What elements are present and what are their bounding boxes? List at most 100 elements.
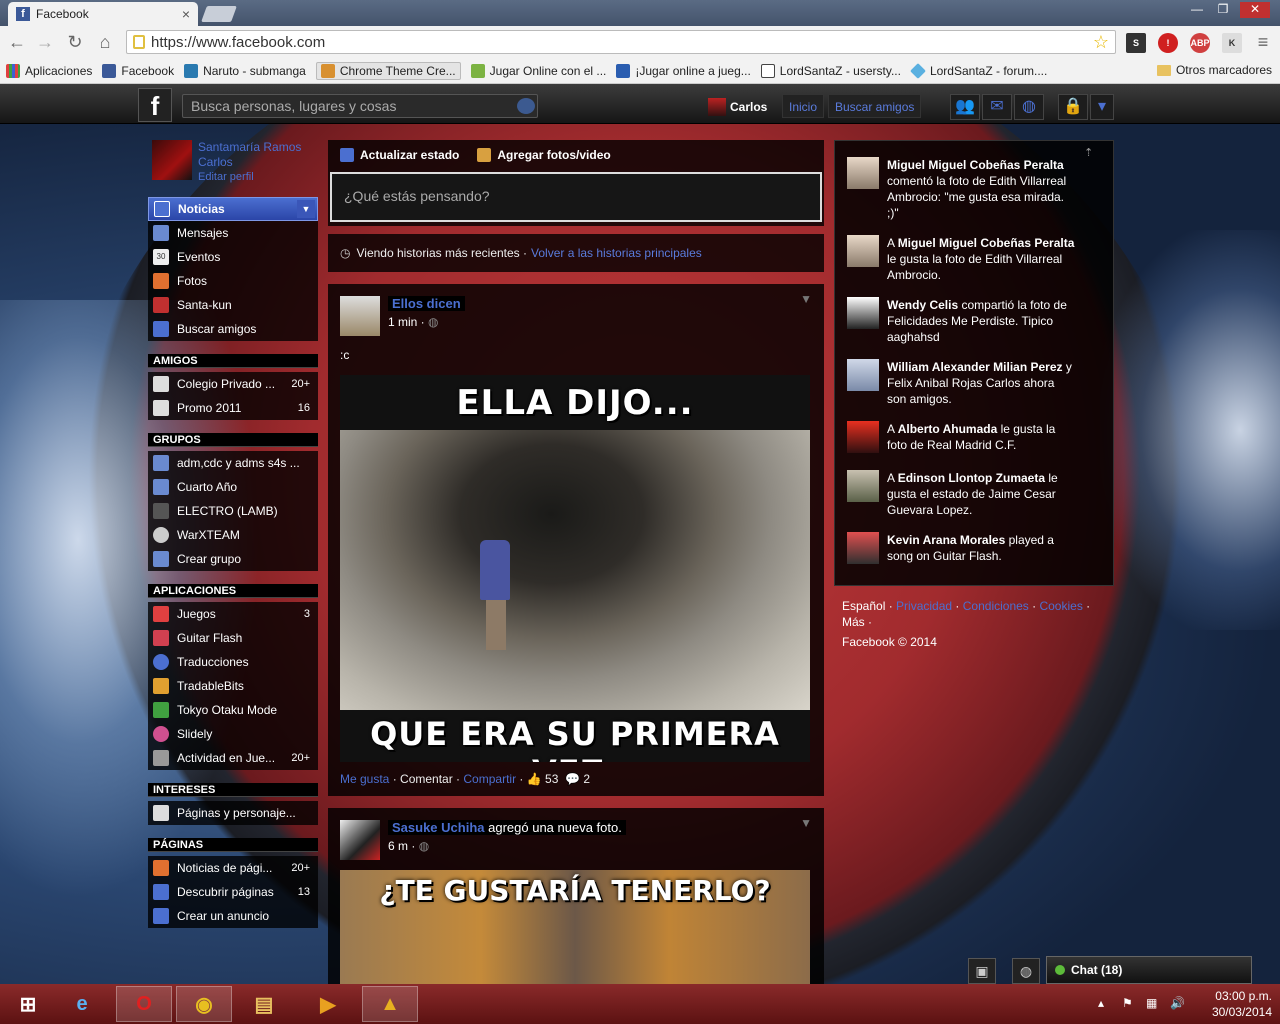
messages-icon[interactable]: ✉: [982, 94, 1012, 120]
bookmark-jugar-online[interactable]: Jugar Online con el ...: [470, 63, 606, 78]
find-friends-link[interactable]: Buscar amigos: [828, 94, 922, 118]
windows-start-icon[interactable]: ⊞: [0, 986, 56, 1022]
share-link[interactable]: Compartir: [463, 772, 516, 786]
avast-icon[interactable]: ▲: [362, 986, 418, 1022]
sidebar-item-group[interactable]: ELECTRO (LAMB): [148, 499, 318, 523]
maximize-button[interactable]: ❐: [1210, 2, 1236, 18]
profile-avatar[interactable]: [152, 140, 192, 180]
bookmark-facebook[interactable]: Facebook: [102, 63, 174, 78]
taskbar-clock[interactable]: 03:00 p.m. 30/03/2014: [1192, 988, 1272, 1020]
bookmark-chrome-theme[interactable]: Chrome Theme Cre...: [315, 61, 461, 80]
terms-link[interactable]: Condiciones: [963, 599, 1029, 613]
ticker-story[interactable]: A Alberto Ahumada le gusta la foto de Re…: [847, 421, 1077, 453]
facebook-logo-icon[interactable]: f: [138, 88, 172, 122]
sidebar-item-mensajes[interactable]: Mensajes: [148, 221, 318, 245]
reload-icon[interactable]: ↻: [64, 32, 86, 53]
action-center-flag-icon[interactable]: ⚑: [1122, 996, 1133, 1010]
sidebar-item-discover-pages[interactable]: Descubrir páginas 13: [148, 880, 318, 904]
bookmark-submanga[interactable]: Naruto - submanga: [184, 63, 306, 78]
chat-globe-icon[interactable]: ◍: [1012, 958, 1040, 984]
tab-add-photo[interactable]: Agregar fotos/video: [477, 148, 611, 162]
sidebar-item-fotos[interactable]: Fotos: [148, 269, 318, 293]
internet-explorer-icon[interactable]: e: [54, 986, 110, 1022]
likes-count[interactable]: 53: [545, 772, 558, 786]
chevron-down-icon[interactable]: ▼: [800, 816, 812, 830]
home-icon[interactable]: ⌂: [94, 32, 116, 53]
sidebar-item-group[interactable]: adm,cdc y adms s4s ...: [148, 451, 318, 475]
sidebar-item-guitar-flash[interactable]: Guitar Flash: [148, 626, 318, 650]
home-link[interactable]: Inicio: [782, 94, 825, 118]
sidebar-item-pages-people[interactable]: Páginas y personaje...: [148, 801, 318, 825]
post-image[interactable]: ELLA DIJO... QUE ERA SU PRIMERA VEZ.: [340, 375, 810, 762]
sidebar-item-create-ad[interactable]: Crear un anuncio: [148, 904, 318, 928]
chat-button[interactable]: Chat (18): [1046, 956, 1252, 984]
extension-k-icon[interactable]: K: [1222, 33, 1242, 53]
bookmark-forum[interactable]: LordSantaZ - forum....: [910, 62, 1047, 79]
adblock-icon[interactable]: ABP: [1190, 33, 1210, 53]
comments-count[interactable]: 2: [583, 772, 590, 786]
menu-icon[interactable]: ≡: [1252, 32, 1274, 53]
bookmark-userstyles[interactable]: LordSantaZ - usersty...: [760, 63, 901, 78]
sidebar-item-group[interactable]: WarXTEAM: [148, 523, 318, 547]
opera-icon[interactable]: O: [116, 986, 172, 1022]
volume-icon[interactable]: 🔊: [1170, 996, 1185, 1010]
address-bar[interactable]: https://www.facebook.com ☆: [126, 30, 1116, 54]
bookmark-jugar-juegos[interactable]: ¡Jugar online a jueg...: [616, 63, 751, 78]
post-timestamp[interactable]: 1 min · ◍: [388, 315, 465, 329]
ticker-collapse-icon[interactable]: ⇡: [1084, 146, 1098, 160]
ticker-story[interactable]: Wendy Celis compartió la foto de Felicid…: [847, 297, 1077, 345]
chrome-icon[interactable]: ◉: [176, 986, 232, 1022]
friend-requests-icon[interactable]: 👥: [950, 94, 980, 120]
sidebar-item-santa-kun[interactable]: Santa-kun: [148, 293, 318, 317]
media-player-icon[interactable]: ▶: [300, 986, 356, 1022]
new-tab-button[interactable]: [201, 6, 237, 22]
post-author-avatar[interactable]: [340, 296, 380, 336]
privacy-link[interactable]: Privacidad: [896, 599, 952, 613]
sidebar-item-traducciones[interactable]: Traducciones: [148, 650, 318, 674]
post-author-name[interactable]: Sasuke Uchiha: [392, 820, 485, 835]
sidebar-item-create-group[interactable]: Crear grupo: [148, 547, 318, 571]
bookmark-star-icon[interactable]: ☆: [1093, 32, 1109, 53]
privacy-lock-icon[interactable]: 🔒: [1058, 94, 1088, 120]
search-icon[interactable]: [517, 98, 535, 114]
sidebar-item-juegos[interactable]: Juegos 3: [148, 602, 318, 626]
profile-link[interactable]: Carlos: [708, 98, 767, 116]
tab-close-button[interactable]: ×: [182, 6, 190, 22]
post-author-avatar[interactable]: [340, 820, 380, 860]
forward-icon[interactable]: →: [34, 32, 56, 53]
bookmark-aplicaciones[interactable]: Aplicaciones: [6, 63, 92, 78]
ticker-story[interactable]: A Edinson Llontop Zumaeta le gusta el es…: [847, 470, 1077, 518]
sidebar-item-noticias[interactable]: Noticias ▼: [148, 197, 318, 221]
browser-tab[interactable]: f Facebook ×: [8, 2, 198, 26]
ticker-story[interactable]: A Miguel Miguel Cobeñas Peralta le gusta…: [847, 235, 1077, 283]
ticker-story[interactable]: Miguel Miguel Cobeñas Peralta comentó la…: [847, 157, 1077, 221]
edit-dropdown-icon[interactable]: ▼: [297, 200, 315, 218]
post-timestamp[interactable]: 6 m · ◍: [388, 839, 626, 853]
chat-sidebar-icon[interactable]: ▣: [968, 958, 996, 984]
close-window-button[interactable]: ✕: [1240, 2, 1270, 18]
notifications-globe-icon[interactable]: ◍: [1014, 94, 1044, 120]
comment-link[interactable]: Comentar: [400, 772, 453, 786]
sidebar-item-tradablebits[interactable]: TradableBits: [148, 674, 318, 698]
status-input[interactable]: ¿Qué estás pensando?: [330, 172, 822, 222]
tab-update-status[interactable]: Actualizar estado: [340, 148, 459, 162]
back-icon[interactable]: ←: [6, 32, 28, 53]
post-author-name[interactable]: Ellos dicen: [388, 296, 465, 311]
cookies-link[interactable]: Cookies: [1039, 599, 1082, 613]
sidebar-item-pages-feed[interactable]: Noticias de pági... 20+: [148, 856, 318, 880]
post-image[interactable]: ¿TE GUSTARÍA TENERLO?: [340, 870, 810, 984]
other-bookmarks[interactable]: Otros marcadores: [1156, 63, 1272, 77]
chevron-down-icon[interactable]: ▼: [800, 292, 812, 306]
sidebar-item-eventos[interactable]: 30 Eventos: [148, 245, 318, 269]
file-explorer-icon[interactable]: ▤: [236, 986, 292, 1022]
settings-dropdown-icon[interactable]: ▾: [1090, 94, 1114, 120]
sidebar-item-colegio[interactable]: Colegio Privado ... 20+: [148, 372, 318, 396]
top-stories-link[interactable]: Volver a las historias principales: [531, 246, 702, 260]
extension-opera-icon[interactable]: !: [1158, 33, 1178, 53]
minimize-button[interactable]: —: [1184, 2, 1210, 18]
sidebar-item-tokyo-otaku[interactable]: Tokyo Otaku Mode: [148, 698, 318, 722]
ticker-story[interactable]: Kevin Arana Morales played a song on Gui…: [847, 532, 1077, 564]
extension-s-icon[interactable]: S: [1126, 33, 1146, 53]
tray-expand-icon[interactable]: ▴: [1098, 996, 1104, 1010]
sidebar-item-promo[interactable]: Promo 2011 16: [148, 396, 318, 420]
